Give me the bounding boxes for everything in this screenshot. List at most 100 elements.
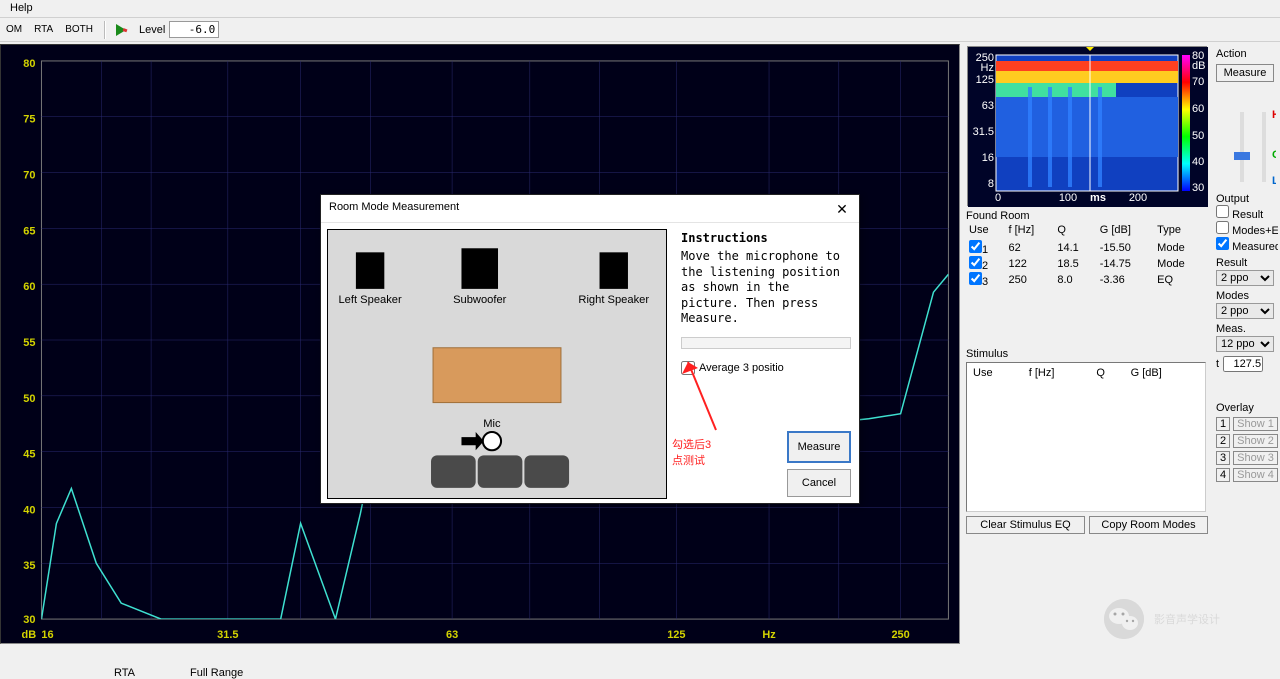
svg-text:250: 250 <box>891 629 909 641</box>
result-title: Result <box>1216 257 1278 269</box>
wechat-icon <box>1104 599 1144 639</box>
toolbar-om[interactable]: OM <box>2 22 26 37</box>
toolbar-both[interactable]: BOTH <box>61 22 97 37</box>
found-room-title: Found Room <box>966 210 1208 222</box>
svg-text:Left Speaker: Left Speaker <box>338 294 402 306</box>
svg-text:70: 70 <box>1192 76 1204 88</box>
modes-select[interactable]: 2 ppo <box>1216 303 1274 319</box>
t-input[interactable] <box>1223 356 1263 372</box>
overlay-3-button[interactable]: 3 <box>1216 451 1230 465</box>
table-row[interactable]: 2 12218.5 -14.75Mode <box>966 256 1206 272</box>
dialog-measure-button[interactable]: Measure <box>787 431 851 463</box>
svg-text:dB: dB <box>1192 60 1205 72</box>
action-title: Action <box>1216 48 1278 60</box>
level-meter: H G L <box>1216 106 1276 186</box>
table-row[interactable]: 3 2508.0 -3.36EQ <box>966 272 1206 288</box>
svg-text:63: 63 <box>982 100 994 112</box>
stimulus-list[interactable]: Usef [Hz] QG [dB] <box>966 362 1206 512</box>
output-title: Output <box>1216 193 1278 205</box>
found-room-table: Usef [Hz] QG [dB] Type 1 6214.1 -15.50Mo… <box>966 224 1206 288</box>
svg-text:30: 30 <box>23 614 35 626</box>
svg-text:80: 80 <box>23 58 35 70</box>
svg-text:Hz: Hz <box>762 629 776 641</box>
svg-text:63: 63 <box>446 629 458 641</box>
action-measure-button[interactable]: Measure <box>1216 64 1274 82</box>
overlay-show-1[interactable]: Show 1 <box>1233 417 1278 431</box>
svg-text:16: 16 <box>982 152 994 164</box>
overlay-4-button[interactable]: 4 <box>1216 468 1230 482</box>
instructions-text: Move the microphone to the listening pos… <box>681 249 851 327</box>
svg-text:200: 200 <box>1129 192 1147 204</box>
t-label: t <box>1216 358 1219 370</box>
menu-help[interactable]: Help <box>4 0 39 16</box>
dialog-title: Room Mode Measurement <box>329 201 459 216</box>
svg-text:Hz: Hz <box>981 62 994 74</box>
svg-text:125: 125 <box>976 74 994 86</box>
overlay-show-4[interactable]: Show 4 <box>1233 468 1278 482</box>
svg-text:65: 65 <box>23 225 35 237</box>
svg-text:8: 8 <box>988 178 994 190</box>
use-checkbox-3[interactable] <box>969 272 982 285</box>
svg-text:100: 100 <box>1059 192 1077 204</box>
room-mode-dialog: Room Mode Measurement ✕ Left Speaker Sub… <box>320 194 860 504</box>
svg-text:60: 60 <box>23 281 35 293</box>
svg-text:45: 45 <box>23 449 35 461</box>
level-input[interactable] <box>169 21 219 38</box>
svg-text:0: 0 <box>995 192 1001 204</box>
svg-text:55: 55 <box>23 337 35 349</box>
svg-text:dB: dB <box>22 629 37 641</box>
svg-text:30: 30 <box>1192 182 1204 194</box>
spectrogram: 250Hz125 6331.516 8 0100 ms200 80dB70 60… <box>967 46 1207 206</box>
table-row[interactable]: 1 6214.1 -15.50Mode <box>966 240 1206 256</box>
use-checkbox-1[interactable] <box>969 240 982 253</box>
result-select[interactable]: 2 ppo <box>1216 270 1274 286</box>
svg-text:H: H <box>1272 109 1276 121</box>
svg-text:Subwoofer: Subwoofer <box>453 294 507 306</box>
svg-text:50: 50 <box>1192 130 1204 142</box>
play-icon[interactable] <box>113 22 129 38</box>
setup-diagram: Left Speaker Subwoofer Right Speaker Mic <box>327 229 667 499</box>
watermark: 影音声学设计 <box>1104 599 1220 639</box>
svg-text:Right Speaker: Right Speaker <box>578 294 649 306</box>
svg-text:60: 60 <box>1192 103 1204 115</box>
svg-text:50: 50 <box>23 393 35 405</box>
copy-room-modes-button[interactable]: Copy Room Modes <box>1089 516 1208 534</box>
svg-text:70: 70 <box>23 170 35 182</box>
dialog-cancel-button[interactable]: Cancel <box>787 469 851 497</box>
overlay-1-button[interactable]: 1 <box>1216 417 1230 431</box>
use-checkbox-2[interactable] <box>969 256 982 269</box>
level-label: Level <box>139 24 165 36</box>
svg-text:40: 40 <box>23 504 35 516</box>
svg-text:40: 40 <box>1192 156 1204 168</box>
svg-text:75: 75 <box>23 114 35 126</box>
svg-text:35: 35 <box>23 560 35 572</box>
meas-title: Meas. <box>1216 323 1278 335</box>
modes-eq-checkbox[interactable]: Modes+EQ <box>1216 221 1278 237</box>
meas-select[interactable]: 12 ppo <box>1216 336 1274 352</box>
overlay-title: Overlay <box>1216 402 1278 414</box>
average-checkbox[interactable]: Average 3 positio <box>681 361 851 375</box>
overlay-show-3[interactable]: Show 3 <box>1233 451 1278 465</box>
svg-text:31.5: 31.5 <box>217 629 238 641</box>
stimulus-title: Stimulus <box>966 348 1208 360</box>
overlay-show-2[interactable]: Show 2 <box>1233 434 1278 448</box>
svg-text:16: 16 <box>41 629 53 641</box>
modes-title: Modes <box>1216 290 1278 302</box>
toolbar-rta[interactable]: RTA <box>30 22 57 37</box>
clear-stimulus-button[interactable]: Clear Stimulus EQ <box>966 516 1085 534</box>
bottom-tab-rta[interactable]: RTA <box>114 667 135 679</box>
bottom-tab-full[interactable]: Full Range <box>190 667 243 679</box>
svg-text:31.5: 31.5 <box>973 126 994 138</box>
overlay-2-button[interactable]: 2 <box>1216 434 1230 448</box>
svg-text:ms: ms <box>1090 192 1106 204</box>
measured-checkbox[interactable]: Measured <box>1216 237 1278 253</box>
instructions-heading: Instructions <box>681 231 768 245</box>
svg-text:G: G <box>1272 149 1276 161</box>
progress-bar <box>681 337 851 349</box>
svg-text:125: 125 <box>667 629 685 641</box>
result-checkbox[interactable]: Result <box>1216 205 1278 221</box>
toolbar-separator <box>104 21 106 39</box>
close-icon[interactable]: ✕ <box>833 201 851 219</box>
svg-text:Mic: Mic <box>483 418 501 430</box>
svg-text:L: L <box>1272 175 1276 186</box>
